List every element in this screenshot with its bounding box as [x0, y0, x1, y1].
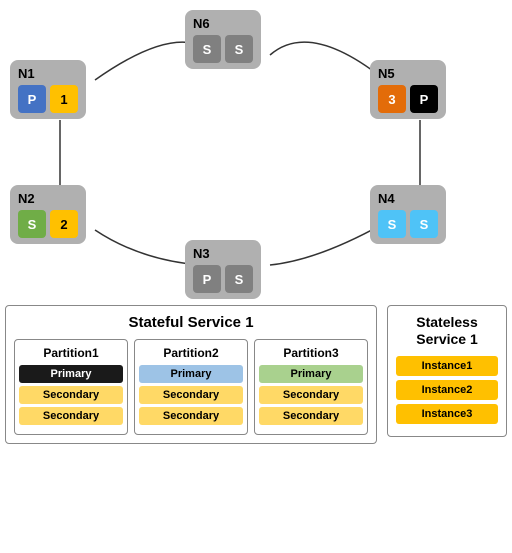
node-n4-chips: S S — [378, 210, 438, 238]
instance3-badge: Instance3 — [396, 404, 498, 424]
node-n5-label: N5 — [378, 66, 395, 81]
partition1-secondary2: Secondary — [19, 407, 123, 425]
node-n6-chips: S S — [193, 35, 253, 63]
node-n4: N4 S S — [370, 185, 446, 244]
partition2-primary: Primary — [139, 365, 243, 383]
bottom-section: Stateful Service 1 Partition1 Primary Se… — [5, 305, 507, 444]
partition1-secondary1: Secondary — [19, 386, 123, 404]
node-n3-chips: P S — [193, 265, 253, 293]
node-n5: N5 3 P — [370, 60, 446, 119]
partition1-primary: Primary — [19, 365, 123, 383]
node-n2-label: N2 — [18, 191, 35, 206]
partition2-secondary1: Secondary — [139, 386, 243, 404]
partition2-title: Partition2 — [139, 346, 243, 360]
chip-n2-s: S — [18, 210, 46, 238]
chip-n2-2: 2 — [50, 210, 78, 238]
node-n1-label: N1 — [18, 66, 35, 81]
node-n3: N3 P S — [185, 240, 261, 299]
partition2-secondary2: Secondary — [139, 407, 243, 425]
partition3-secondary2: Secondary — [259, 407, 363, 425]
partition3-title: Partition3 — [259, 346, 363, 360]
node-n1: N1 P 1 — [10, 60, 86, 119]
chip-n1-p: P — [18, 85, 46, 113]
partitions-row: Partition1 Primary Secondary Secondary P… — [14, 339, 368, 435]
chip-n4-s2: S — [410, 210, 438, 238]
chip-n4-s1: S — [378, 210, 406, 238]
node-n4-label: N4 — [378, 191, 395, 206]
partition3-box: Partition3 Primary Secondary Secondary — [254, 339, 368, 435]
node-n5-chips: 3 P — [378, 85, 438, 113]
chip-n3-s: S — [225, 265, 253, 293]
chip-n1-1: 1 — [50, 85, 78, 113]
chip-n6-s1: S — [193, 35, 221, 63]
chip-n5-p: P — [410, 85, 438, 113]
chip-n3-p: P — [193, 265, 221, 293]
partition3-primary: Primary — [259, 365, 363, 383]
node-n2: N2 S 2 — [10, 185, 86, 244]
diagram-area: N6 S S N1 P 1 N5 3 P N2 S 2 N4 S S — [0, 0, 512, 300]
node-n2-chips: S 2 — [18, 210, 78, 238]
stateful-title: Stateful Service 1 — [14, 314, 368, 331]
partition1-title: Partition1 — [19, 346, 123, 360]
stateless-title: Stateless Service 1 — [396, 314, 498, 348]
node-n1-chips: P 1 — [18, 85, 78, 113]
node-n6-label: N6 — [193, 16, 210, 31]
node-n3-label: N3 — [193, 246, 210, 261]
partition1-box: Partition1 Primary Secondary Secondary — [14, 339, 128, 435]
stateful-service-box: Stateful Service 1 Partition1 Primary Se… — [5, 305, 377, 444]
instance2-badge: Instance2 — [396, 380, 498, 400]
chip-n6-s2: S — [225, 35, 253, 63]
node-n6: N6 S S — [185, 10, 261, 69]
partition3-secondary1: Secondary — [259, 386, 363, 404]
instance1-badge: Instance1 — [396, 356, 498, 376]
partition2-box: Partition2 Primary Secondary Secondary — [134, 339, 248, 435]
stateless-service-box: Stateless Service 1 Instance1 Instance2 … — [387, 305, 507, 437]
chip-n5-3: 3 — [378, 85, 406, 113]
